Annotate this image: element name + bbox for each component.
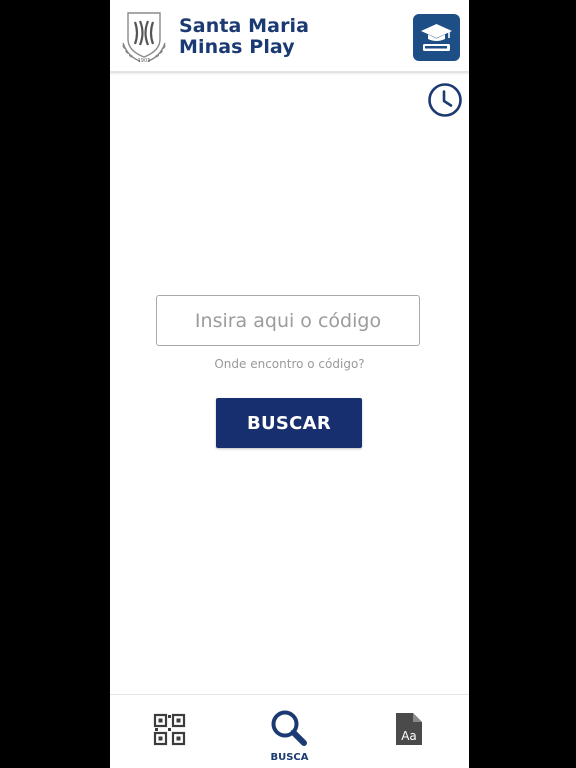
font-document-icon: Aa — [396, 713, 422, 745]
where-is-code-link[interactable]: Onde encontro o código? — [110, 357, 469, 371]
tab-qr-code[interactable] — [110, 695, 229, 768]
graduation-cap-book-icon — [421, 24, 452, 51]
school-crest-logo: 1903 — [122, 12, 166, 64]
courses-button[interactable] — [413, 14, 460, 61]
history-button[interactable] — [427, 82, 463, 118]
brand-line-1: Santa Maria — [179, 15, 310, 37]
tab-busca[interactable]: BUSCA — [230, 695, 349, 768]
search-icon — [271, 710, 307, 746]
app-screen: 1903 Santa Maria Minas Play Onde encontr… — [110, 0, 469, 768]
search-button[interactable]: BUSCAR — [216, 398, 362, 448]
tab-busca-label: BUSCA — [270, 752, 309, 763]
svg-text:Aa: Aa — [401, 729, 417, 743]
clock-icon — [428, 83, 462, 117]
code-input[interactable] — [156, 295, 420, 346]
logo-year: 1903 — [138, 58, 151, 64]
app-header: 1903 Santa Maria Minas Play — [110, 0, 469, 73]
bottom-tab-bar: BUSCA Aa — [110, 694, 469, 768]
qr-code-icon — [153, 713, 186, 746]
tab-font-document[interactable]: Aa — [350, 695, 469, 768]
brand-line-2: Minas Play — [179, 36, 295, 58]
brand-title: Santa Maria Minas Play — [179, 16, 309, 58]
